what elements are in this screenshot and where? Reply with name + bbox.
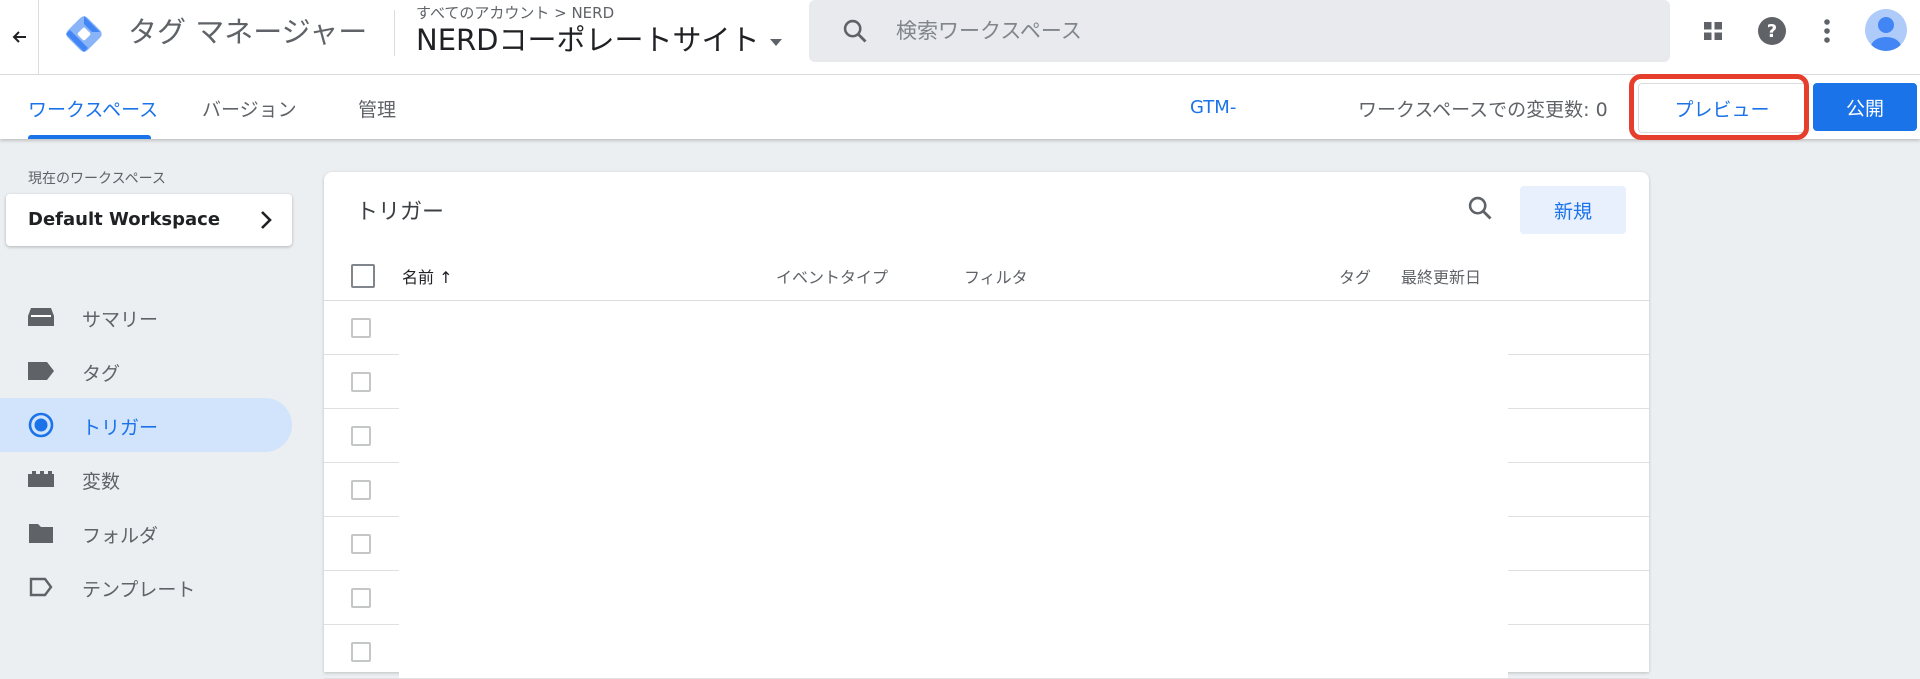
chevron-right-icon bbox=[261, 211, 272, 229]
sidebar-item-label: テンプレート bbox=[82, 579, 196, 601]
gtm-logo-icon bbox=[66, 16, 102, 52]
back-button[interactable] bbox=[0, 0, 39, 74]
new-trigger-button[interactable]: 新規 bbox=[1520, 186, 1626, 234]
sidebar-item-label: トリガー bbox=[82, 417, 159, 439]
apps-grid-icon bbox=[1704, 22, 1722, 40]
current-workspace-label: 現在のワークスペース bbox=[28, 171, 166, 187]
redacted-content-area bbox=[399, 318, 1508, 678]
account-avatar[interactable] bbox=[1865, 9, 1907, 51]
help-button[interactable]: ? bbox=[1755, 14, 1789, 48]
workspace-search-bar[interactable]: 検索ワークスペース bbox=[809, 0, 1670, 62]
tab-admin[interactable]: 管理 bbox=[358, 95, 396, 122]
triggers-panel: トリガー 新規 名前 ↑ イベントタイプ フィルタ タグ 最終更新日 bbox=[324, 172, 1649, 679]
row-checkbox[interactable] bbox=[351, 480, 371, 500]
tab-workspace[interactable]: ワークスペース bbox=[28, 95, 158, 122]
sidebar-item-label: サマリー bbox=[82, 309, 159, 331]
svg-text:?: ? bbox=[1767, 21, 1777, 42]
preview-highlight-annotation bbox=[1629, 74, 1809, 140]
tab-bar: ワークスペース バージョン 管理 GTM- ワークスペースでの変更数: 0 プレ… bbox=[0, 74, 1920, 140]
panel-search-button[interactable] bbox=[1466, 194, 1494, 226]
dropdown-caret-icon bbox=[769, 38, 782, 46]
header-divider bbox=[394, 10, 395, 56]
workspace-selector[interactable]: Default Workspace bbox=[6, 194, 292, 246]
sidebar-item-templates[interactable]: テンプレート bbox=[0, 560, 292, 614]
row-checkbox[interactable] bbox=[351, 534, 371, 554]
sidebar-item-label: タグ bbox=[82, 363, 121, 385]
column-header-filter[interactable]: フィルタ bbox=[964, 264, 1028, 288]
tab-versions[interactable]: バージョン bbox=[202, 95, 297, 122]
search-placeholder: 検索ワークスペース bbox=[896, 19, 1082, 43]
row-checkbox[interactable] bbox=[351, 318, 371, 338]
apps-grid-button[interactable] bbox=[1696, 14, 1730, 48]
more-vert-icon bbox=[1824, 19, 1830, 43]
trigger-icon bbox=[27, 412, 55, 438]
container-id[interactable]: GTM- bbox=[1190, 97, 1236, 118]
column-header-tags[interactable]: タグ bbox=[1339, 264, 1371, 288]
row-checkbox[interactable] bbox=[351, 372, 371, 392]
row-checkbox[interactable] bbox=[351, 642, 371, 662]
panel-title: トリガー bbox=[356, 200, 445, 225]
help-icon: ? bbox=[1758, 17, 1786, 45]
back-arrow-icon bbox=[12, 31, 26, 43]
variable-icon bbox=[27, 467, 55, 491]
user-avatar-icon bbox=[1871, 17, 1901, 51]
tag-icon bbox=[27, 359, 55, 383]
folder-icon bbox=[27, 521, 55, 545]
top-bar: タグ マネージャー すべてのアカウント > NERD NERDコーポレートサイト… bbox=[0, 0, 1920, 75]
container-selector[interactable]: NERDコーポレートサイト bbox=[416, 20, 782, 60]
publish-button[interactable]: 公開 bbox=[1813, 83, 1917, 131]
sidebar-item-folders[interactable]: フォルダ bbox=[0, 506, 292, 560]
column-header-event-type[interactable]: イベントタイプ bbox=[776, 264, 888, 288]
sidebar-item-triggers[interactable]: トリガー bbox=[0, 398, 292, 452]
column-header-name[interactable]: 名前 ↑ bbox=[402, 264, 453, 288]
workspace-name: Default Workspace bbox=[28, 209, 221, 230]
sidebar-item-variables[interactable]: 変数 bbox=[0, 452, 292, 506]
sidebar-item-label: 変数 bbox=[82, 471, 121, 493]
row-checkbox[interactable] bbox=[351, 426, 371, 446]
active-tab-indicator bbox=[28, 135, 151, 139]
search-icon bbox=[1468, 196, 1492, 220]
sidebar-item-label: フォルダ bbox=[82, 525, 159, 547]
select-all-checkbox[interactable] bbox=[351, 264, 375, 288]
sidebar-item-tags[interactable]: タグ bbox=[0, 344, 292, 398]
container-name: NERDコーポレートサイト bbox=[416, 23, 760, 57]
row-checkbox[interactable] bbox=[351, 588, 371, 608]
more-options-button[interactable] bbox=[1810, 14, 1844, 48]
search-icon bbox=[843, 19, 867, 43]
summary-icon bbox=[27, 305, 55, 329]
template-icon bbox=[27, 575, 55, 599]
workspace-changes-count: ワークスペースでの変更数: 0 bbox=[1358, 99, 1608, 121]
column-header-last-edited[interactable]: 最終更新日 bbox=[1401, 264, 1481, 288]
app-name: タグ マネージャー bbox=[128, 15, 368, 49]
sidebar-item-summary[interactable]: サマリー bbox=[0, 290, 292, 344]
